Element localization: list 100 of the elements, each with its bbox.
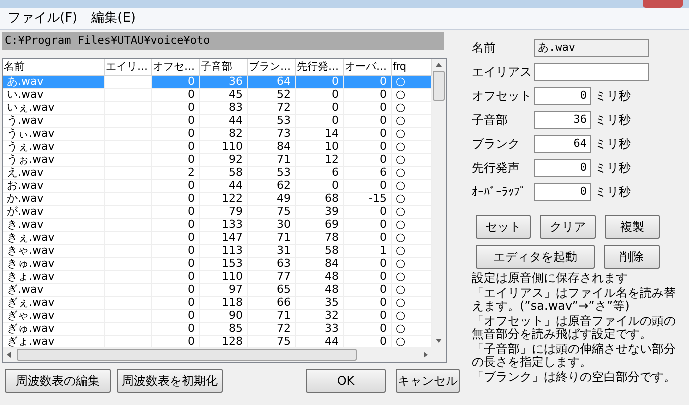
table-cell: 52 [277, 89, 291, 101]
table-cell: 48 [325, 271, 339, 283]
frq-mark: ○ [396, 76, 406, 88]
table-row[interactable]: お.wav 0 44 62 0 0 ○ [3, 180, 432, 193]
button[interactable]: エディタを起動 [476, 245, 596, 269]
input-field[interactable]: 0 [534, 158, 591, 176]
table-cell: うぃ.wav [7, 128, 55, 140]
table-cell: 0 [188, 89, 195, 101]
table-cell: 113 [222, 245, 243, 257]
table-cell: 0 [332, 180, 339, 192]
table-row[interactable]: う.wav 0 44 53 0 0 ○ [3, 115, 432, 128]
table-cell: 0 [188, 193, 195, 205]
table-cell: 0 [188, 297, 195, 309]
scroll-thumb[interactable] [17, 348, 357, 360]
table-cell: 53 [277, 115, 291, 127]
table-cell: 0 [380, 336, 387, 347]
table-cell: 12 [325, 154, 339, 166]
column-header[interactable]: オーバ… [344, 59, 392, 76]
scroll-thumb[interactable] [433, 71, 445, 101]
table-row[interactable]: きぇ.wav 0 147 71 78 0 ○ [3, 232, 432, 245]
table-cell: 39 [325, 206, 339, 218]
table-row[interactable]: い.wav 0 45 52 0 0 ○ [3, 89, 432, 102]
column-header[interactable]: 名前 [3, 59, 105, 76]
table-row[interactable]: ぎゃ.wav 0 90 71 32 0 ○ [3, 310, 432, 323]
table-cell: 73 [277, 128, 291, 140]
table-row[interactable]: うぃ.wav 0 82 73 14 0 ○ [3, 128, 432, 141]
vertical-scrollbar[interactable] [432, 59, 446, 347]
frq-mark: ○ [396, 232, 406, 244]
table-row[interactable]: きょ.wav 0 110 77 48 0 ○ [3, 271, 432, 284]
button[interactable]: 周波数表を初期化 [117, 369, 223, 393]
column-header[interactable]: エイリ… [105, 59, 152, 76]
table-row[interactable]: え.wav 2 58 53 6 6 ○ [3, 167, 432, 180]
table-cell: 0 [188, 310, 195, 322]
scroll-down-icon[interactable] [436, 339, 442, 343]
input-field[interactable]: 64 [534, 134, 591, 152]
input-field[interactable]: 0 [534, 86, 591, 104]
table-cell: 0 [380, 141, 387, 153]
table-cell: 0 [380, 128, 387, 140]
input-field[interactable]: 0 [534, 182, 591, 200]
table-row[interactable]: ぎゅ.wav 0 85 72 33 0 ○ [3, 323, 432, 336]
horizontal-scrollbar[interactable] [3, 347, 446, 362]
button[interactable]: 削除 [604, 245, 660, 269]
table-cell: 48 [325, 284, 339, 296]
table-cell: 128 [222, 336, 243, 347]
table-cell: 0 [188, 336, 195, 347]
table-cell: 147 [222, 232, 243, 244]
scroll-up-icon[interactable] [436, 63, 442, 67]
column-header[interactable]: オフセ… [152, 59, 200, 76]
input-field[interactable] [534, 62, 649, 80]
table-cell: が.wav [7, 206, 44, 218]
table-cell: 0 [380, 206, 387, 218]
table-cell: 0 [380, 258, 387, 270]
button[interactable]: キャンセル [396, 369, 460, 393]
table-row[interactable]: きゃ.wav 0 113 31 58 1 ○ [3, 245, 432, 258]
frq-mark: ○ [396, 128, 406, 140]
table-row[interactable]: ぎ.wav 0 97 65 48 0 ○ [3, 284, 432, 297]
input-field[interactable]: あ.wav [534, 38, 649, 56]
table-cell: 0 [188, 102, 195, 114]
table-row[interactable]: うぇ.wav 0 110 84 10 0 ○ [3, 141, 432, 154]
menu-item[interactable]: 編集(E) [92, 8, 136, 28]
column-header[interactable]: ブラン… [248, 59, 296, 76]
table-row[interactable]: が.wav 0 79 75 39 0 ○ [3, 206, 432, 219]
table-cell: 85 [229, 323, 243, 335]
scroll-right-icon[interactable] [424, 352, 428, 358]
unit-label: ミリ秒 [595, 184, 631, 200]
table-cell: 68 [325, 193, 339, 205]
column-header[interactable]: 先行発… [296, 59, 344, 76]
table-cell: 84 [325, 258, 339, 270]
table-row[interactable]: いぇ.wav 0 83 72 0 0 ○ [3, 102, 432, 115]
table-cell: 44 [325, 336, 339, 347]
button[interactable]: 複製 [604, 215, 660, 239]
menu-item[interactable]: ファイル(F) [8, 8, 78, 28]
table-row[interactable]: うぉ.wav 0 92 71 12 0 ○ [3, 154, 432, 167]
table-cell: 62 [277, 180, 291, 192]
table-cell: お.wav [7, 180, 44, 192]
column-header[interactable]: 子音部 [200, 59, 248, 76]
button[interactable]: クリア [540, 215, 596, 239]
table-cell: 0 [188, 141, 195, 153]
scroll-left-icon[interactable] [7, 352, 11, 358]
table-row[interactable]: か.wav 0 122 49 68 -15 ○ [3, 193, 432, 206]
table-cell: 64 [277, 76, 291, 88]
table-cell: 0 [380, 271, 387, 283]
input-field[interactable]: 36 [534, 110, 591, 128]
field-label: 子音部 [472, 112, 509, 128]
column-header[interactable]: frq [392, 59, 432, 76]
table-cell: きゅ.wav [7, 258, 55, 270]
table-cell: 82 [229, 128, 243, 140]
table-row[interactable]: き.wav 0 133 30 69 0 ○ [3, 219, 432, 232]
button[interactable]: OK [306, 369, 386, 393]
frq-mark: ○ [396, 115, 406, 127]
frq-mark: ○ [396, 284, 406, 296]
table-row[interactable]: きゅ.wav 0 153 63 84 0 ○ [3, 258, 432, 271]
frq-mark: ○ [396, 193, 406, 205]
table-row[interactable]: ぎぇ.wav 0 118 66 35 0 ○ [3, 297, 432, 310]
button[interactable]: セット [476, 215, 532, 239]
table-cell: 1 [380, 245, 387, 257]
button[interactable]: 周波数表の編集 [5, 369, 111, 393]
table-cell: 72 [277, 323, 291, 335]
table-cell: 49 [277, 193, 291, 205]
table-cell: 75 [277, 206, 291, 218]
